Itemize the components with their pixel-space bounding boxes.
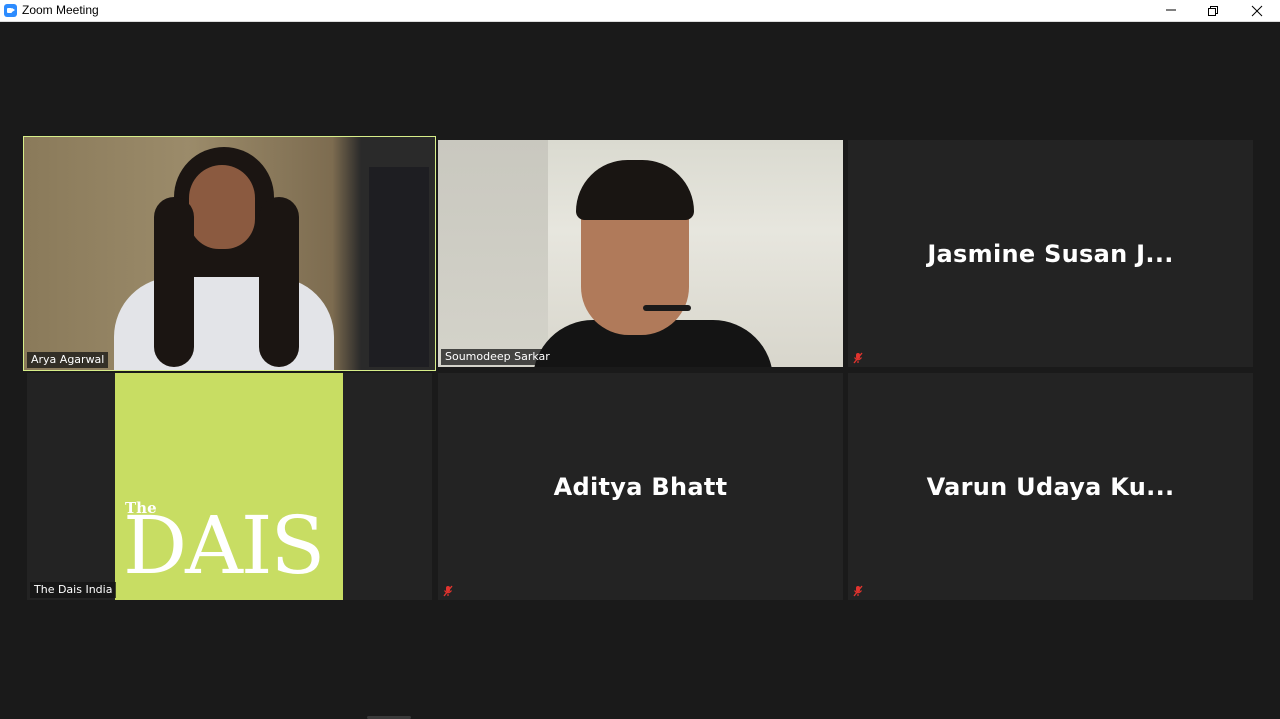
video-tile-soumodeep-sarkar[interactable]: Soumodeep Sarkar <box>438 140 843 367</box>
close-button[interactable] <box>1236 0 1278 21</box>
participant-name-label: Soumodeep Sarkar <box>441 349 554 365</box>
video-tile-aditya-bhatt[interactable]: Aditya Bhatt <box>438 373 843 600</box>
video-tile-the-dais-india[interactable]: The DAIS The Dais India <box>27 373 432 600</box>
microphone-muted-icon <box>443 585 453 597</box>
the-dais-logo: The DAIS <box>115 373 343 600</box>
microphone-muted-icon <box>853 585 863 597</box>
title-bar: Zoom Meeting <box>0 0 1280 22</box>
restore-button[interactable] <box>1192 0 1234 21</box>
zoom-app-icon <box>4 4 17 17</box>
minimize-icon <box>1166 9 1176 11</box>
minimize-button[interactable] <box>1150 0 1192 21</box>
video-tile-arya-agarwal[interactable]: Arya Agarwal <box>23 136 436 371</box>
microphone-muted-icon <box>853 352 863 364</box>
video-tile-varun-udaya[interactable]: Varun Udaya Ku... <box>848 373 1253 600</box>
participant-video <box>438 140 843 367</box>
participant-name: Jasmine Susan J... <box>927 239 1174 268</box>
restore-icon <box>1208 6 1218 16</box>
participant-name-label: The Dais India <box>30 582 117 598</box>
video-tile-jasmine-susan[interactable]: Jasmine Susan J... <box>848 140 1253 367</box>
participant-video <box>24 137 435 370</box>
participant-name-label: Arya Agarwal <box>27 352 109 368</box>
logo-dais-text: DAIS <box>123 499 325 592</box>
participant-name: Aditya Bhatt <box>553 472 728 501</box>
window-title: Zoom Meeting <box>22 3 99 17</box>
close-icon <box>1251 5 1263 17</box>
participant-name: Varun Udaya Ku... <box>926 472 1175 501</box>
